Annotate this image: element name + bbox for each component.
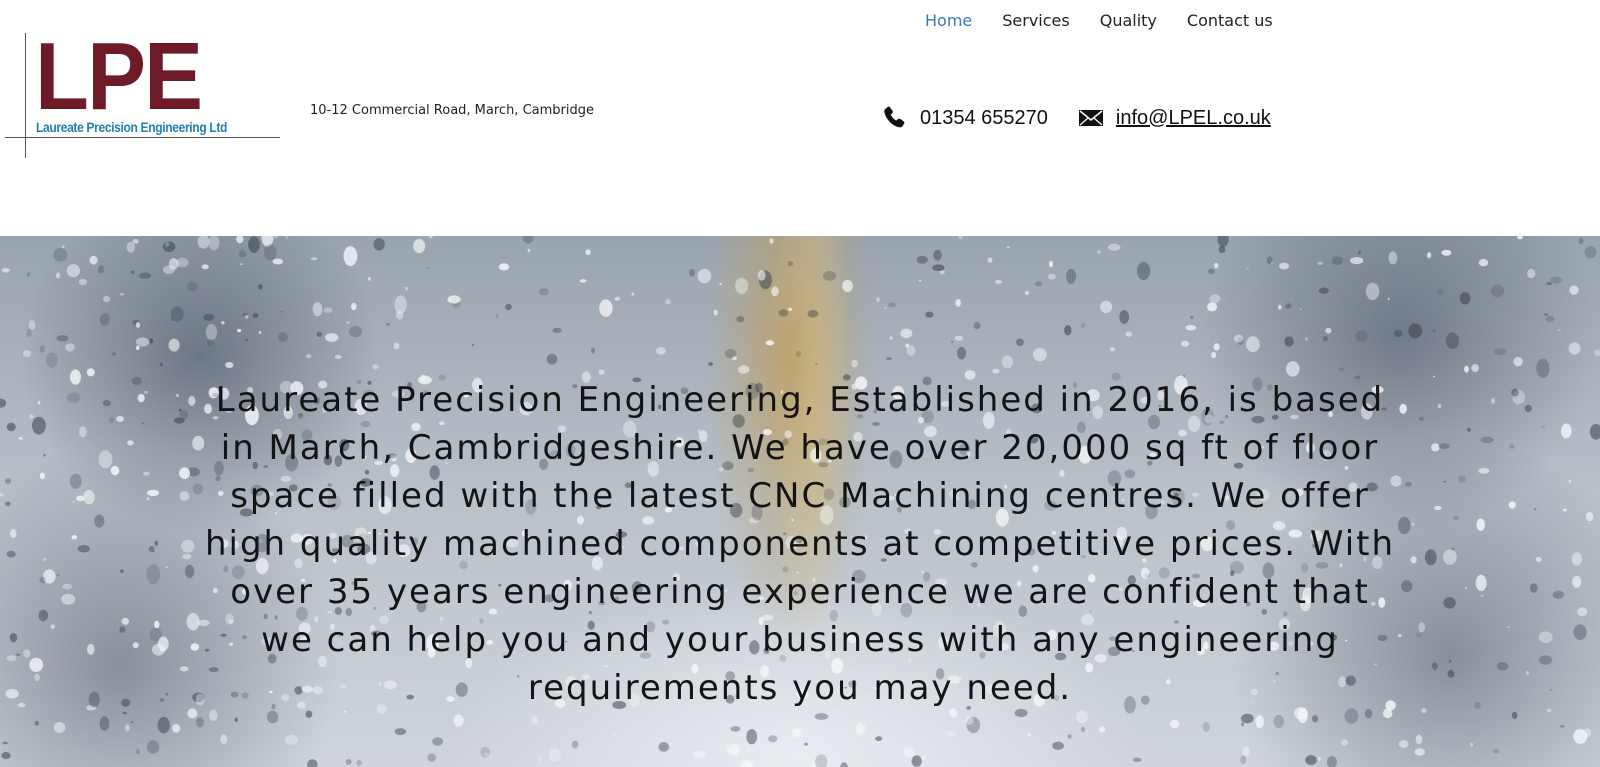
logo-vertical-rule (25, 33, 26, 158)
hero-description: Laureate Precision Engineering, Establis… (204, 380, 1396, 708)
nav-contact-us[interactable]: Contact us (1187, 10, 1273, 32)
hero-banner: Laureate Precision Engineering, Establis… (0, 236, 1600, 767)
phone-number[interactable]: 01354 655270 (920, 107, 1048, 130)
main-nav: Home Services Quality Contact us (925, 10, 1303, 32)
phone-icon (884, 106, 905, 128)
contact-bar: 01354 655270 info@LPEL.co.uk (880, 104, 1271, 132)
email-link[interactable]: info@LPEL.co.uk (1116, 107, 1271, 130)
company-address: 10-12 Commercial Road, March, Cambridge (310, 103, 594, 118)
nav-services[interactable]: Services (1002, 10, 1069, 32)
nav-quality[interactable]: Quality (1100, 10, 1157, 32)
site-header: LPE Laureate Precision Engineering Ltd 1… (0, 0, 1600, 236)
logo-subtitle: Laureate Precision Engineering Ltd (36, 119, 228, 135)
logo-letters: LPE (35, 23, 203, 130)
envelope-icon (1078, 110, 1103, 126)
company-logo[interactable]: LPE Laureate Precision Engineering Ltd (5, 29, 280, 158)
logo-horizontal-rule (5, 137, 280, 138)
nav-home[interactable]: Home (925, 10, 972, 32)
